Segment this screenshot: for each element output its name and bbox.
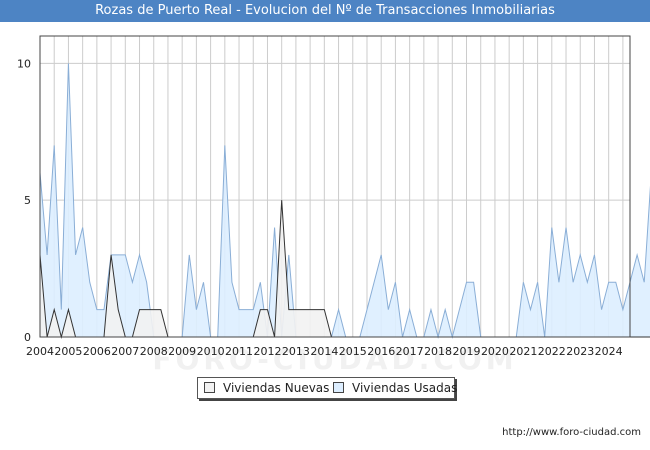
- x-tick-label: 2015: [339, 345, 367, 358]
- x-tick-label: 2007: [111, 345, 139, 358]
- legend: Viviendas Nuevas Viviendas Usadas: [197, 377, 458, 399]
- x-tick-label: 2010: [197, 345, 225, 358]
- x-tick-label: 2012: [253, 345, 281, 358]
- x-tick-label: 2014: [310, 345, 338, 358]
- x-tick-label: 2021: [509, 345, 537, 358]
- x-tick-label: 2013: [282, 345, 310, 358]
- chart-title: Rozas de Puerto Real - Evolucion del Nº …: [0, 0, 650, 22]
- legend-label-usadas: Viviendas Usadas: [352, 381, 458, 395]
- x-tick-label: 2016: [367, 345, 395, 358]
- x-tick-label: 2018: [424, 345, 452, 358]
- chart-svg: FORO-CIUDAD.COM 05102004 2005 2006 2007 2008…: [17, 35, 650, 376]
- x-tick-label: 2017: [396, 345, 424, 358]
- x-tick-label: 2024: [595, 345, 623, 358]
- source-url: http://www.foro-ciudad.com: [502, 427, 641, 438]
- y-tick-label: 10: [17, 57, 31, 70]
- x-tick-label: 2022: [538, 345, 566, 358]
- legend-swatch-usadas: [333, 382, 344, 393]
- y-tick-label: 5: [24, 194, 31, 207]
- x-tick-label: 2005: [54, 345, 82, 358]
- legend-swatch-nuevas: [204, 382, 215, 393]
- x-tick-label: 2011: [225, 345, 253, 358]
- x-tick-label: 2019: [453, 345, 481, 358]
- x-tick-label: 2004: [26, 345, 54, 358]
- x-tick-label: 2020: [481, 345, 509, 358]
- x-tick-label: 2009: [168, 345, 196, 358]
- x-tick-label: 2006: [83, 345, 111, 358]
- legend-label-nuevas: Viviendas Nuevas: [223, 381, 330, 395]
- x-tick-label: 2008: [140, 345, 168, 358]
- x-tick-label: 2023: [566, 345, 594, 358]
- y-tick-label: 0: [24, 331, 31, 344]
